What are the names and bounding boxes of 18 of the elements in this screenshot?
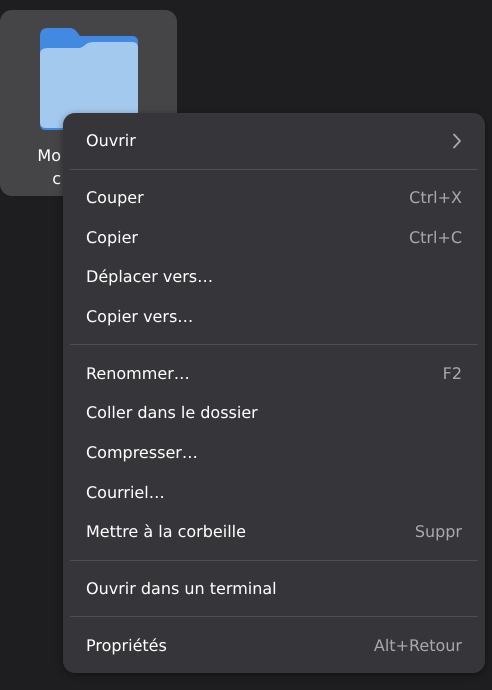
menu-item[interactable]: Ouvrir dans un terminal: [63, 568, 485, 608]
shortcut-label: Ctrl+C: [408, 228, 462, 247]
shortcut-label: Suppr: [414, 522, 462, 542]
menu-item[interactable]: Mettre à la corbeille Suppr: [63, 512, 485, 552]
chevron-right-icon: [452, 132, 462, 149]
shortcut-label: F2: [442, 364, 462, 383]
menu-item[interactable]: Courriel…: [63, 472, 485, 512]
menu-item[interactable]: Propriétés Alt+Retour: [63, 625, 485, 665]
menu-item[interactable]: Copier vers…: [63, 296, 485, 336]
folder-name: Mo: [37, 145, 61, 167]
menu-item[interactable]: Copier Ctrl+C: [63, 217, 485, 257]
menu-item[interactable]: Coller dans le dossier: [63, 393, 485, 433]
menu-item[interactable]: Compresser…: [63, 432, 485, 472]
folder-name: c: [52, 168, 61, 190]
menu-item[interactable]: Renommer… F2: [63, 353, 485, 393]
shortcut-label: Ctrl+X: [409, 188, 462, 207]
menu-item[interactable]: Déplacer vers…: [63, 257, 485, 297]
shortcut-label: Alt+Retour: [374, 636, 462, 655]
